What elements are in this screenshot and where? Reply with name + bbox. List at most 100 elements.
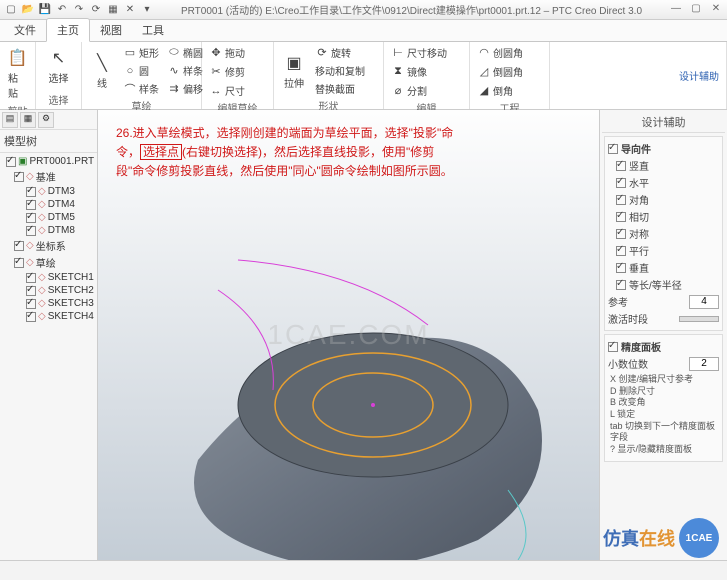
tree-item[interactable]: ◇DTM4 [2, 198, 95, 211]
spline-button[interactable]: ∿样条 [164, 62, 206, 79]
checkbox-icon[interactable] [616, 263, 626, 273]
movecopy-button[interactable]: 移动和复制 [312, 62, 368, 79]
tree-tab-1[interactable]: ▤ [2, 112, 18, 128]
delay-row: 激活时段 [608, 310, 719, 327]
decimals-input[interactable] [689, 357, 719, 371]
windows-icon[interactable]: ▦ [106, 3, 120, 17]
undo-icon[interactable]: ↶ [55, 3, 69, 17]
rect-icon: ▭ [123, 46, 137, 60]
select-button[interactable]: ↖ 选择 [40, 44, 77, 87]
new-icon[interactable]: ▢ [4, 3, 18, 17]
checkbox-icon[interactable] [26, 200, 36, 210]
guide-option[interactable]: 平行 [616, 242, 719, 259]
tab-tools[interactable]: 工具 [132, 19, 174, 41]
checkbox-icon[interactable] [616, 178, 626, 188]
checkbox-icon[interactable] [26, 299, 36, 309]
dropdown-icon[interactable]: ▾ [140, 3, 154, 17]
tree-item[interactable]: ◇草绘 [2, 254, 95, 271]
arc-icon: ⌒ [123, 82, 137, 96]
tree-item[interactable]: ◇DTM8 [2, 224, 95, 237]
rect-button[interactable]: ▭矩形 [120, 44, 162, 61]
hints: X 创建/编辑尺寸参考D 删除尺寸B 改变角L 锁定tab 切换到下一个精度面板… [608, 372, 719, 458]
maximize-icon[interactable]: ▢ [689, 3, 703, 17]
guide-option[interactable]: 竖直 [616, 157, 719, 174]
close-icon[interactable]: ✕ [709, 3, 723, 17]
checkbox-icon[interactable] [14, 241, 24, 251]
guide-option[interactable]: 对称 [616, 225, 719, 242]
split-button[interactable]: ⌀分割 [388, 82, 430, 99]
checkbox-icon[interactable] [26, 286, 36, 296]
tree-root[interactable]: ▣ PRT0001.PRT [2, 155, 95, 168]
close-win-icon[interactable]: ✕ [123, 3, 137, 17]
open-icon[interactable]: 📂 [21, 3, 35, 17]
ellipse-button[interactable]: ⬭椭圆 [164, 44, 206, 61]
extrude-button[interactable]: ▣拉伸 [278, 49, 310, 92]
checkbox-icon[interactable] [26, 187, 36, 197]
dim-button[interactable]: ↔尺寸 [206, 82, 248, 99]
guide-option[interactable]: 水平 [616, 174, 719, 191]
checkbox-icon[interactable] [14, 172, 24, 182]
revolve-button[interactable]: ⟳旋转 [312, 44, 368, 61]
notch-button[interactable]: ◢倒角 [474, 82, 516, 99]
replace-button[interactable]: 替换截面 [312, 80, 368, 97]
guide-option[interactable]: 相切 [616, 208, 719, 225]
tree-item[interactable]: ◇SKETCH4 [2, 310, 95, 323]
checkbox-icon[interactable] [616, 161, 626, 171]
tab-home[interactable]: 主页 [46, 18, 90, 42]
tab-file[interactable]: 文件 [4, 19, 46, 41]
checkbox-icon[interactable] [6, 157, 16, 167]
checkbox-icon[interactable] [616, 229, 626, 239]
checkbox-icon[interactable] [26, 226, 36, 236]
tree-item[interactable]: ◇坐标系 [2, 237, 95, 254]
save-icon[interactable]: 💾 [38, 3, 52, 17]
delay-slider[interactable] [679, 316, 719, 322]
redo-icon[interactable]: ↷ [72, 3, 86, 17]
tree-item[interactable]: ◇SKETCH3 [2, 297, 95, 310]
round-button[interactable]: ◠创圆角 [474, 44, 526, 61]
tree-item[interactable]: ◇DTM5 [2, 211, 95, 224]
checkbox-icon[interactable] [616, 246, 626, 256]
spacing-input[interactable] [689, 295, 719, 309]
guide-option[interactable]: 垂直 [616, 259, 719, 276]
circle-button[interactable]: ○圆 [120, 62, 162, 79]
minimize-icon[interactable]: — [669, 3, 683, 17]
tree-item[interactable]: ◇基准 [2, 168, 95, 185]
design-aid-button[interactable]: 设计辅助 [676, 67, 722, 84]
checkbox-icon[interactable] [26, 312, 36, 322]
checkbox-icon[interactable] [616, 280, 626, 290]
logo-badge: 1CAE [679, 518, 719, 558]
checkbox-icon[interactable] [616, 212, 626, 222]
regen-icon[interactable]: ⟳ [89, 3, 103, 17]
mirror-icon: ⧗ [391, 65, 405, 79]
tree-item[interactable]: ◇SKETCH2 [2, 284, 95, 297]
tree-tab-3[interactable]: ⚙ [38, 112, 54, 128]
chamfer-button[interactable]: ◿倒圆角 [474, 63, 526, 80]
line-button[interactable]: ╲线 [86, 49, 118, 92]
checkbox-icon[interactable] [608, 342, 618, 352]
guides-toggle[interactable]: 导向件 [608, 140, 719, 157]
3d-viewport[interactable]: 26.进入草绘模式，选择刚创建的端面为草绘平面，选择"投影"命 令，选择点(右键… [98, 110, 599, 560]
split-icon: ⌀ [391, 84, 405, 98]
checkbox-icon[interactable] [14, 258, 24, 268]
drag-button[interactable]: ✥拖动 [206, 44, 248, 61]
tab-view[interactable]: 视图 [90, 19, 132, 41]
checkbox-icon[interactable] [26, 213, 36, 223]
tree-item[interactable]: ◇DTM3 [2, 185, 95, 198]
window-title: PRT0001 (活动的) E:\Creo工作目录\工作文件\0912\Dire… [154, 2, 669, 17]
checkbox-icon[interactable] [616, 195, 626, 205]
guide-option[interactable]: 等长/等半径 [616, 276, 719, 293]
extrude-icon: ▣ [282, 51, 306, 75]
mirror-button[interactable]: ⧗镜像 [388, 63, 430, 80]
ruler-button[interactable]: ⊢尺寸移动 [388, 44, 450, 61]
arc-button[interactable]: ⌒样条 [120, 80, 162, 97]
paste-button[interactable]: 📋 粘贴 [4, 44, 31, 102]
guide-option[interactable]: 对角 [616, 191, 719, 208]
checkbox-icon[interactable] [608, 144, 618, 154]
checkbox-icon[interactable] [26, 273, 36, 283]
offset-button[interactable]: ⇉偏移 [164, 80, 206, 97]
tree-item[interactable]: ◇SKETCH1 [2, 271, 95, 284]
precision-toggle[interactable]: 精度面板 [608, 338, 719, 355]
trim-button[interactable]: ✂修剪 [206, 63, 248, 80]
model-tree: ▣ PRT0001.PRT ◇基准◇DTM3◇DTM4◇DTM5◇DTM8◇坐标… [0, 153, 97, 560]
tree-tab-2[interactable]: ▦ [20, 112, 36, 128]
